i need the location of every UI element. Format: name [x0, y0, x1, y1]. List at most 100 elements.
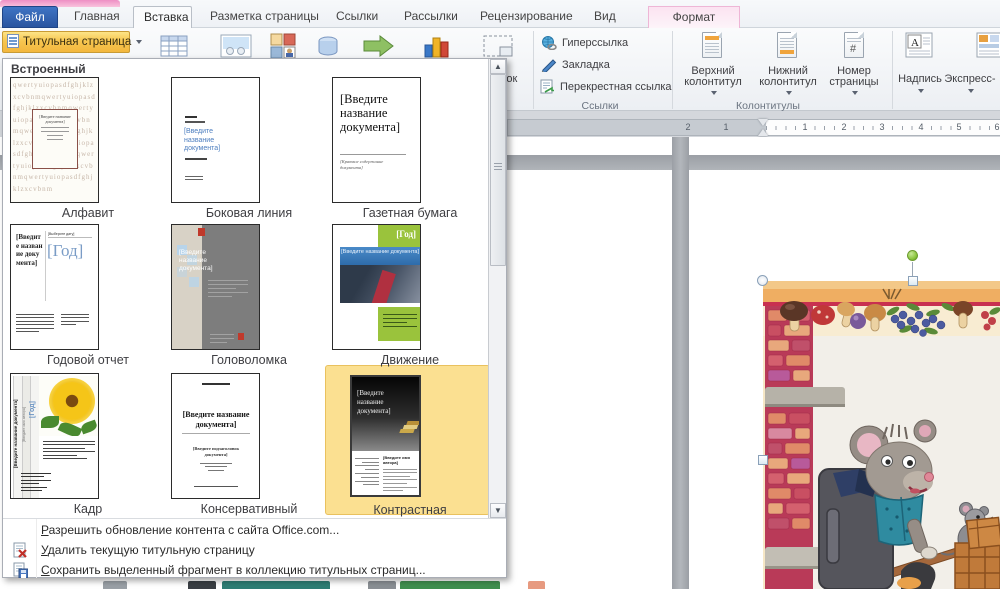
left-page-picture-fragment	[528, 581, 545, 589]
alphabet-title-box: [Введите название документа]	[32, 109, 78, 169]
gallery-item-alphabet[interactable]: qwertyuiopasdfghjklzxcvbnmqwertyuiopasdf…	[8, 77, 168, 220]
selected-picture[interactable]	[763, 281, 1000, 589]
cross-reference-button[interactable]: Перекрестная ссылка	[539, 77, 672, 97]
word-window: Файл Главная Вставка Разметка страницы С…	[0, 0, 1000, 589]
gallery-item-motion[interactable]: [Год] [Введите название документа] Движе…	[330, 224, 490, 367]
gallery-item-newsprint[interactable]: [Введите название документа] [Краткое со…	[330, 77, 490, 220]
cover-page-icon	[7, 34, 19, 48]
bookmark-button[interactable]: Закладка	[541, 55, 610, 75]
ruler-number: 2	[839, 122, 849, 132]
tab-format[interactable]: Формат	[648, 6, 740, 28]
tab-references[interactable]: Ссылки	[326, 6, 388, 28]
svg-text:A: A	[911, 37, 919, 49]
page-above-right[interactable]	[689, 137, 1000, 155]
gallery-item-conservative[interactable]: [Введите название документа] [Введите по…	[169, 373, 329, 516]
contrast-title: [Введите название документа]	[357, 389, 405, 416]
chevron-down-icon	[918, 89, 924, 93]
resize-handle-left[interactable]	[758, 455, 768, 465]
group-divider	[533, 31, 534, 109]
gallery-item-label: Боковая линия	[169, 206, 329, 220]
frame-author-vertical: [Введите имя автора]	[22, 382, 26, 442]
chevron-down-icon	[136, 40, 142, 44]
ruler-number: 5	[954, 122, 964, 132]
bookmark-icon	[541, 58, 557, 72]
annual-title: [Введите название документа]	[16, 233, 43, 267]
gallery-item-annual-report[interactable]: [Выберите дату] [Введите название докуме…	[8, 224, 168, 367]
ruler-number: 2	[683, 122, 693, 132]
tab-view[interactable]: Вид	[584, 6, 626, 28]
ruler-number: 4	[916, 122, 926, 132]
gallery-item-label: Годовой отчет	[8, 353, 168, 367]
group-divider	[672, 31, 673, 109]
gallery-item-label: Газетная бумага	[330, 206, 490, 220]
left-page-picture-fragment	[368, 581, 396, 589]
sideline-title: [Введите название документа]	[184, 128, 236, 154]
gallery-item-contrast[interactable]: [Введите название документа] [Введите им…	[350, 375, 421, 497]
menu-item-save-selection[interactable]: Сохранить выделенный фрагмент в коллекци…	[3, 560, 506, 580]
annual-date: [Выберите дату]	[48, 232, 92, 238]
gallery-section-header: Встроенный	[11, 62, 86, 76]
gallery-item-frame[interactable]: [Введите название документа] [Введите им…	[8, 373, 168, 516]
ribbon-tab-row: Файл Главная Вставка Разметка страницы С…	[0, 0, 1000, 28]
contrast-author: [Введите имя автора]	[383, 455, 417, 465]
conservative-subtitle: [Введите подзаголовок документа]	[186, 446, 246, 458]
gallery-scrollbar[interactable]: ▲ ▼	[488, 59, 506, 518]
newsprint-title: [Введите название документа]	[340, 92, 412, 134]
gallery-item-puzzle[interactable]: [Введите название документа] Головоломка	[169, 224, 329, 367]
frame-title-vertical: [Введите название документа]	[13, 378, 18, 468]
annual-year: [Год]	[47, 241, 91, 260]
gallery-item-sideline[interactable]: [Введите название документа] Боковая лин…	[169, 77, 329, 220]
gallery-item-label: Алфавит	[8, 206, 168, 220]
chevron-down-icon	[852, 91, 858, 95]
rotation-handle[interactable]	[907, 250, 918, 261]
chevron-down-icon	[968, 89, 974, 93]
desk-gap-vertical	[672, 137, 689, 589]
gallery-item-label: Кадр	[8, 502, 168, 516]
tab-review[interactable]: Рецензирование	[470, 6, 583, 28]
scroll-up-button[interactable]: ▲	[490, 59, 506, 74]
tab-insert[interactable]: Вставка	[133, 6, 192, 28]
cover-page-gallery-dropdown: Встроенный qwertyuiopasdfghjklzxcvbnmqwe…	[2, 58, 507, 578]
scrollbar-thumb[interactable]	[490, 74, 506, 266]
first-line-indent-marker[interactable]	[758, 119, 768, 126]
tab-home[interactable]: Главная	[64, 6, 130, 28]
hyperlink-button[interactable]: Гиперссылка	[541, 33, 628, 53]
menu-item-remove-cover-page[interactable]: Удалить текущую титульную страницу	[3, 540, 506, 560]
ruler-number: 3	[877, 122, 887, 132]
gallery-item-label: Головоломка	[169, 353, 329, 367]
menu-item-enable-updates[interactable]: Разрешить обновление контента с сайта Of…	[3, 520, 506, 540]
hyperlink-globe-icon	[541, 36, 557, 50]
tab-page-layout[interactable]: Разметка страницы	[200, 6, 329, 28]
gallery-item-label: Движение	[330, 353, 490, 367]
quick-parts-icon	[976, 32, 1000, 58]
newsprint-summary: [Краткое содержание документа]	[340, 159, 400, 171]
scroll-down-button[interactable]: ▼	[490, 503, 506, 518]
contrast-books-decoration	[399, 429, 414, 433]
cover-page-button[interactable]: Титульная страница	[2, 31, 130, 53]
ruler-number: 1	[721, 122, 731, 132]
puzzle-title: [Введите название документа]	[179, 249, 225, 273]
motion-year: [Год]	[396, 229, 416, 239]
group-divider	[892, 31, 893, 109]
motion-title: [Введите название документа]	[340, 247, 421, 265]
tab-mailings[interactable]: Рассылки	[394, 6, 468, 28]
textbox-icon: A	[905, 32, 933, 58]
gallery-item-label: Консервативный	[169, 502, 329, 516]
chevron-down-icon	[786, 91, 792, 95]
resize-handle-top-left[interactable]	[757, 275, 768, 286]
motion-photo	[340, 265, 421, 303]
menu-separator	[3, 518, 506, 519]
tab-file[interactable]: Файл	[2, 6, 58, 28]
frame-year-vertical: [Год]	[29, 378, 36, 418]
hanging-indent-marker[interactable]	[758, 129, 768, 136]
left-page-picture-fragment	[400, 581, 500, 589]
left-page-picture-fragment	[188, 581, 216, 589]
resize-handle-top[interactable]	[908, 276, 918, 286]
left-page-picture-fragment	[222, 581, 330, 589]
ruler-number: 1	[800, 122, 810, 132]
left-page-picture-fragment	[103, 581, 127, 589]
chevron-down-icon	[711, 91, 717, 95]
cross-reference-icon	[539, 79, 555, 94]
ruler-number: 6	[992, 122, 1000, 132]
conservative-title: [Введите название документа]	[182, 410, 250, 434]
